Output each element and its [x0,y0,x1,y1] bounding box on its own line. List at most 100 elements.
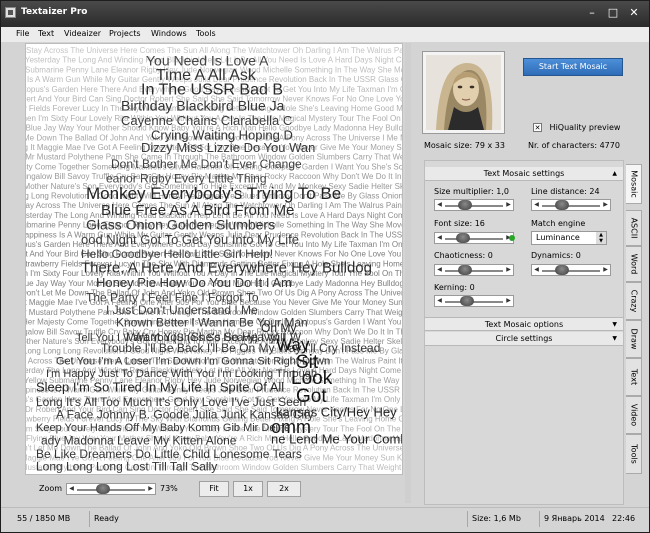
size-multiplier-slider[interactable]: ◀ ▶ [434,199,514,211]
tab-video[interactable]: Video [626,396,642,434]
arrow-left-icon[interactable]: ◀ [435,296,444,306]
collapse-caret-icon: ▲ [612,170,617,177]
mosaic-big-word: Cayenne Chains Clarabella C [121,113,292,128]
tab-mosaic[interactable]: Mosaic [626,164,642,204]
mosaic-big-word: ady Madonna Leave My Kitten Alone [41,434,237,448]
title-bar[interactable]: Textaizer Pro – □ ✕ [1,1,649,27]
arrow-right-icon[interactable]: ▶ [504,265,513,275]
arrow-left-icon[interactable]: ◀ [435,233,444,243]
tab-text[interactable]: Text [626,358,642,396]
slider-thumb[interactable] [555,200,570,210]
menu-projects[interactable]: Projects [109,29,141,38]
mosaic-big-word: Sleep I'm So Tired In My Life In Spite O… [36,379,284,394]
mosaic-big-word: ood Night Got To Get You Into My Life [81,232,299,247]
hiquality-preview-row: ✕ HiQuality preview [533,123,620,132]
maximize-button[interactable]: □ [605,6,621,20]
arrow-left-icon[interactable]: ◀ [532,200,541,210]
arrow-right-icon[interactable]: ▶ [504,200,513,210]
menu-tools[interactable]: Tools [196,29,216,38]
mosaic-big-word: In The USSR Bad B [141,81,283,98]
section-title: Text Mosaic settings [483,169,565,178]
menu-bar: File Text Videaizer Projects Windows Too… [1,27,649,42]
character-count-label: Nr. of characters: 4770 [528,141,620,150]
source-image-preview [422,51,505,134]
start-text-mosaic-button[interactable]: Start Text Mosaic [523,58,623,76]
size-multiplier-label: Size multiplier: 1,0 [434,187,509,196]
slider-thumb[interactable] [460,296,475,306]
zoom-2x-button[interactable]: 2x [267,481,301,497]
hiquality-preview-checkbox[interactable]: ✕ [533,123,542,132]
mosaic-big-word: Way [276,335,310,354]
text-mosaic-settings-header[interactable]: Text Mosaic settings ▲ [425,167,623,181]
line-distance-slider[interactable]: ◀ ▶ [531,199,611,211]
mosaic-big-word: I'm Happy Just To Dance With You I'm Loo… [46,368,317,380]
zoom-slider-thumb[interactable] [95,484,110,494]
zoom-label: Zoom [39,484,63,493]
kerning-slider[interactable]: ◀ ▶ [434,295,514,307]
menu-text[interactable]: Text [38,29,54,38]
arrow-left-icon[interactable]: ◀ [435,200,444,210]
fit-button[interactable]: Fit [199,481,229,497]
tab-draw[interactable]: Draw [626,320,642,358]
tab-crazy[interactable]: Crazy [626,282,642,320]
mosaic-big-word: Birthday Blackbird Blue Ja [121,98,285,114]
mosaic-big-word: Keep Your Hands Off My Baby Komm Gib Mir… [36,422,290,434]
file-size-status: Size: 1,6 Mb [472,514,521,523]
window-title: Textaizer Pro [21,7,88,17]
canvas-divider[interactable] [405,43,411,503]
arrow-left-icon[interactable]: ◀ [532,265,541,275]
mosaic-big-word: Don't Bother Me Don't Ever Change [111,157,302,171]
zoom-slider[interactable]: ◀ ▶ [66,483,156,495]
slider-thumb[interactable] [458,265,473,275]
mosaic-big-word: ne Lend Me Your Comb [271,432,403,447]
slider-thumb[interactable] [456,233,470,243]
expand-caret-icon: ▼ [612,321,617,328]
text-mosaic-options-header[interactable]: Text Mosaic options ▼ [425,317,623,331]
arrow-right-icon[interactable]: ▶ [601,265,610,275]
font-preview-indicator-icon [509,235,515,241]
font-size-slider[interactable]: ◀ ▶ [434,232,514,244]
tab-ascii[interactable]: ASCII [626,210,642,246]
arrow-right-icon[interactable]: ▶ [504,296,513,306]
font-size-label: Font size: 16 [434,219,485,228]
zoom-bar: Zoom ◀ ▶ 73% Fit 1x 2x [25,477,415,501]
spin-arrows-icon[interactable]: ▲ ▼ [596,232,606,244]
circle-settings-header[interactable]: Circle settings ▼ [425,332,623,346]
mosaic-big-word: Glass Onion Golden Slumbers [86,216,275,232]
zoom-right-arrow-icon[interactable]: ▶ [146,484,155,494]
mosaic-big-word: Long Long Long Lost Till Tall Sally [36,460,217,474]
app-window: Textaizer Pro – □ ✕ File Text Videaizer … [0,0,650,533]
menu-file[interactable]: File [16,29,29,38]
mosaic-big-word: Monkey Everybody's Trying To Be [86,184,341,203]
slider-thumb[interactable] [555,265,570,275]
section-title: Text Mosaic options [484,320,564,329]
mosaic-big-word: A Face Johnny B. Goode Julia Junk Kansas… [56,407,313,421]
mosaic-canvas[interactable]: Stay Across The Universe Here Comes The … [25,43,403,475]
zoom-1x-button[interactable]: 1x [233,481,263,497]
match-engine-select[interactable]: Luminance ▲ ▼ [531,231,607,245]
date-status: 9 Январь 2014 [544,514,605,523]
tab-word[interactable]: Word [626,246,642,282]
zoom-left-arrow-icon[interactable]: ◀ [67,484,76,494]
text-mosaic-image: Stay Across The Universe Here Comes The … [26,46,403,474]
minimize-button[interactable]: – [584,6,600,20]
dynamics-slider[interactable]: ◀ ▶ [531,264,611,276]
menu-videaizer[interactable]: Videaizer [64,29,101,38]
ready-status: Ready [94,514,119,523]
close-button[interactable]: ✕ [626,6,642,20]
match-engine-label: Match engine [531,219,586,228]
tab-tools[interactable]: Tools [626,434,642,474]
mosaic-size-label: Mosaic size: 79 x 33 [424,141,505,150]
section-title: Circle settings [495,334,553,343]
mosaic-big-word: Long It's All Too Much It's Only Love I'… [36,395,306,409]
arrow-left-icon[interactable]: ◀ [435,265,444,275]
menu-windows[interactable]: Windows [151,29,187,38]
chaoticness-slider[interactable]: ◀ ▶ [434,264,514,276]
portrait-image [426,55,501,130]
arrow-right-icon[interactable]: ▶ [601,200,610,210]
status-bar: 55 / 1850 MB Ready Size: 1,6 Mb 9 Январь… [1,507,649,532]
settings-panel: Text Mosaic settings ▲ Size multiplier: … [424,160,624,505]
kerning-label: Kerning: 0 [434,283,475,292]
line-distance-label: Line distance: 24 [531,187,600,196]
slider-thumb[interactable] [458,200,473,210]
